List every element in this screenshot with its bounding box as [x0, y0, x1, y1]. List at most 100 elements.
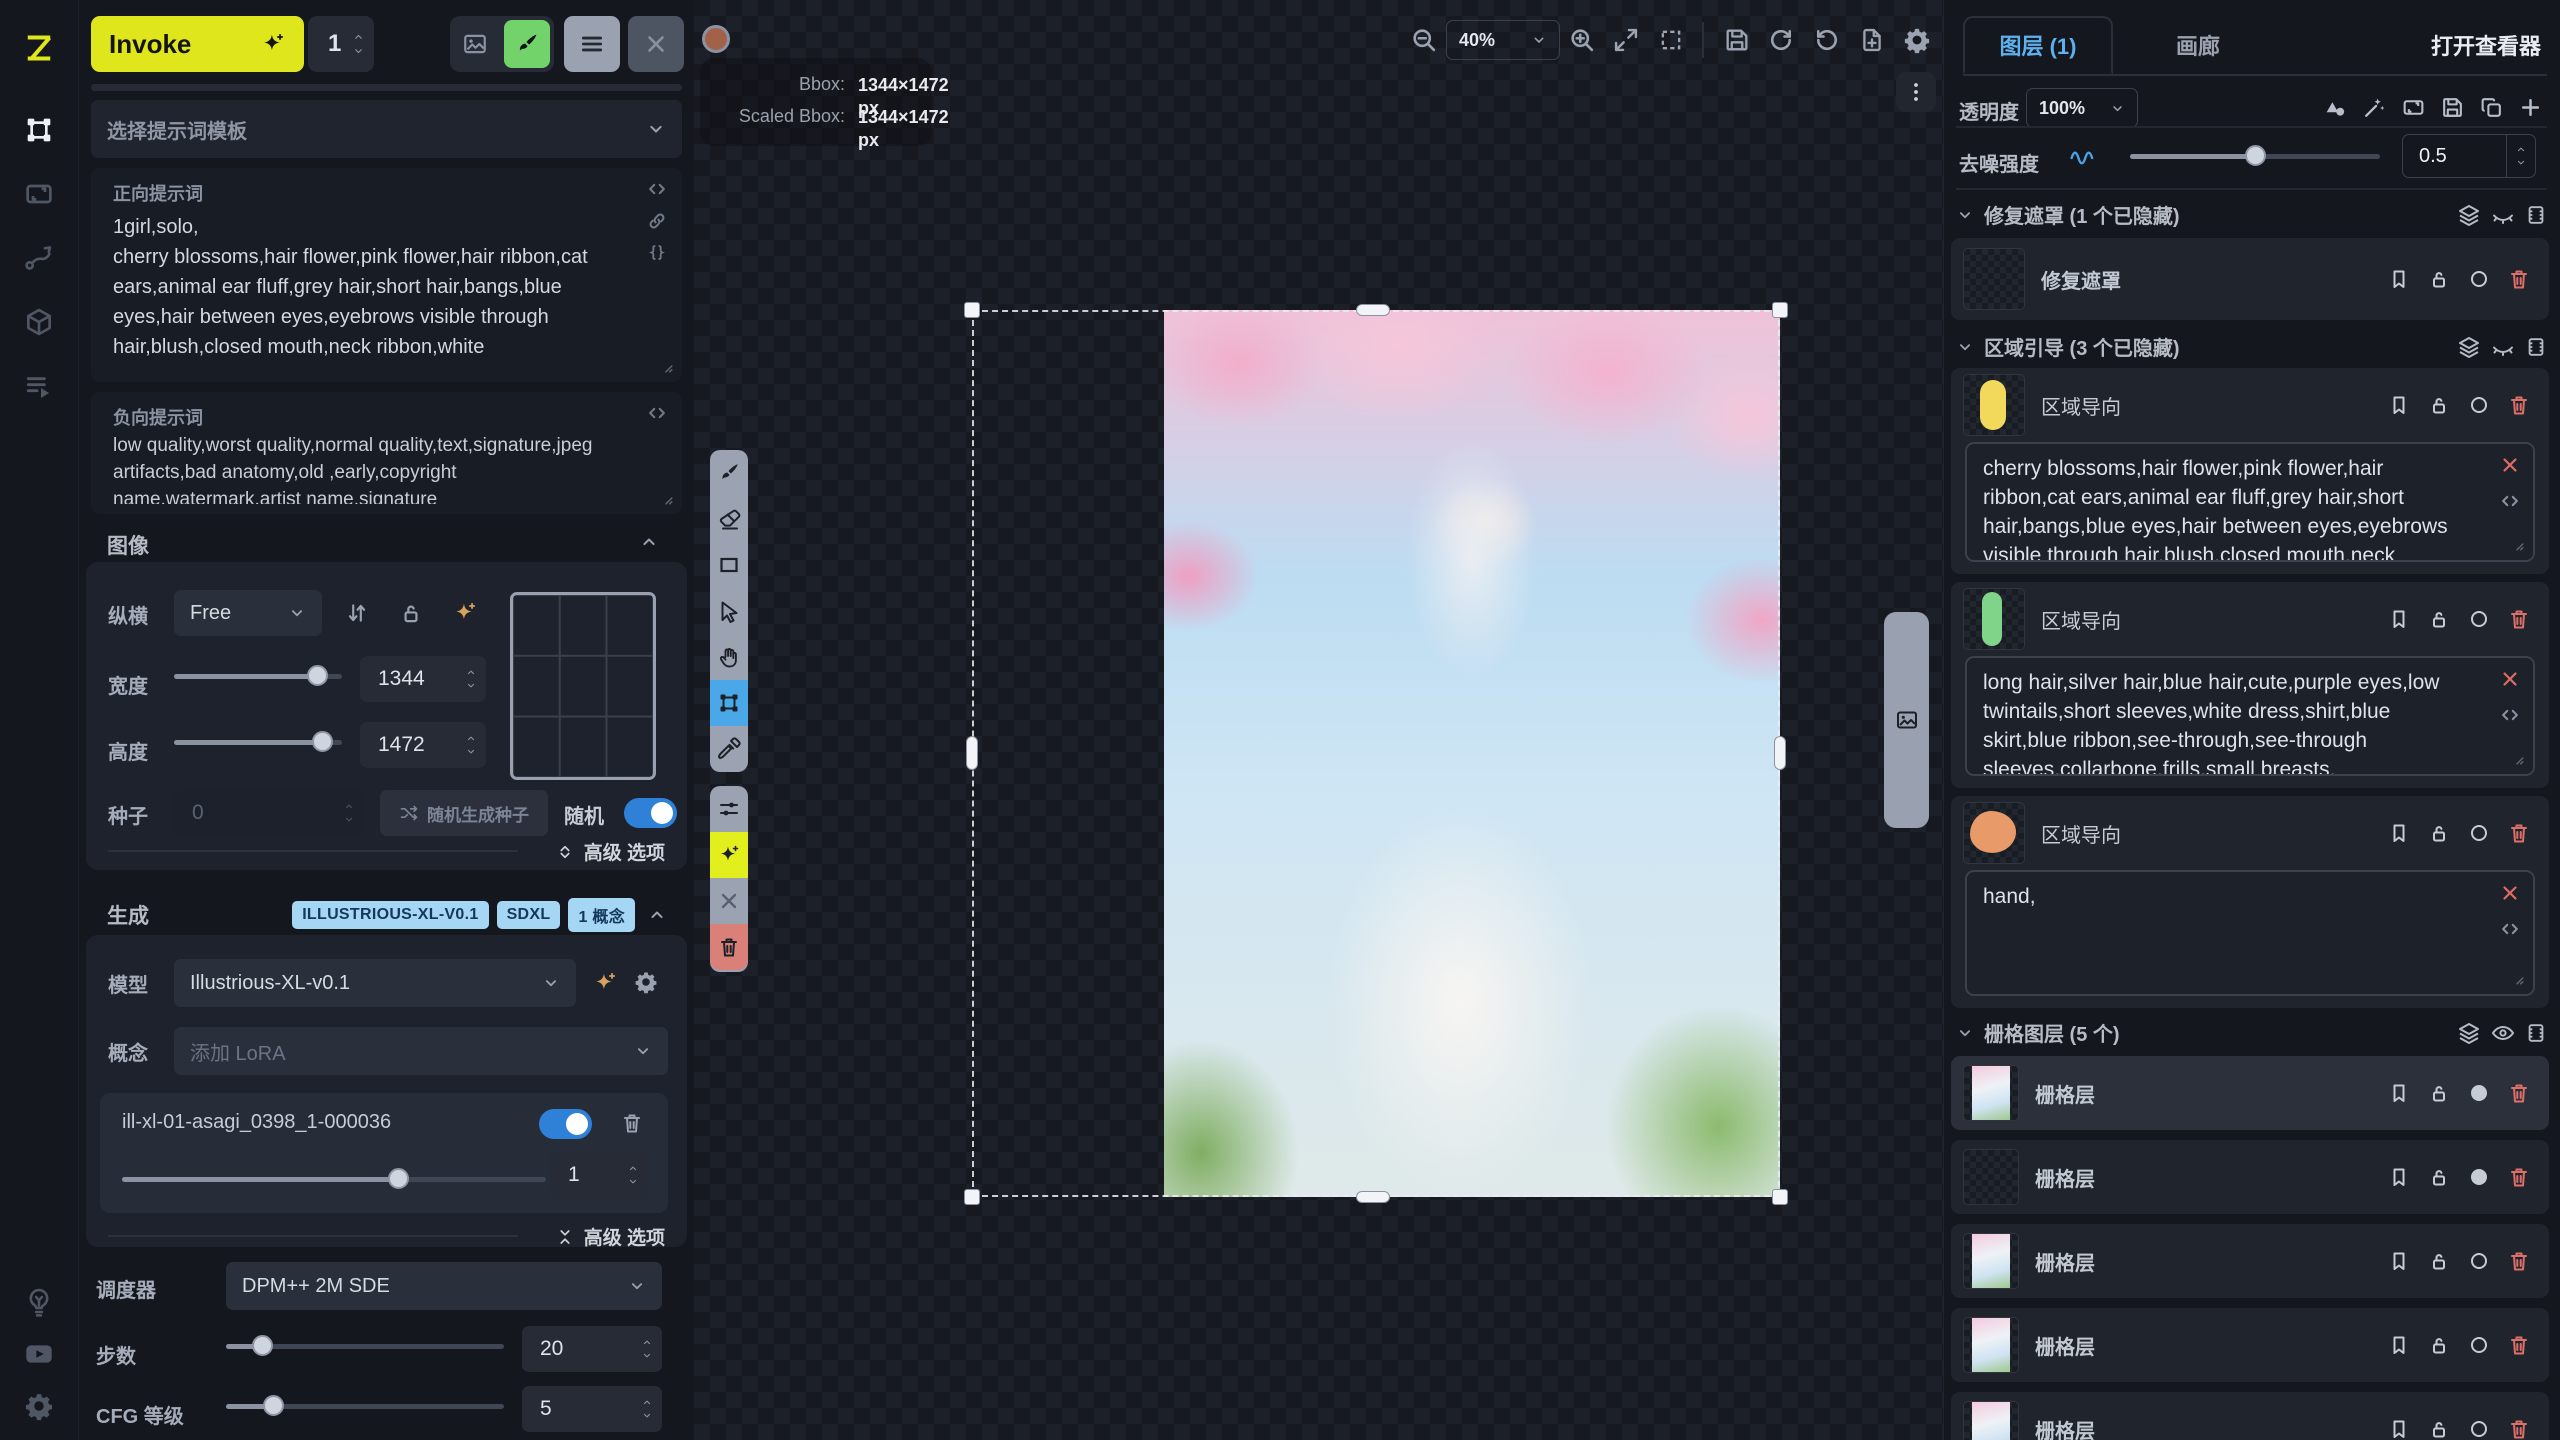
- duplicate-icon[interactable]: [2479, 95, 2504, 120]
- color-swatch[interactable]: [702, 25, 730, 53]
- hide-all-icon[interactable]: [2491, 203, 2515, 227]
- filmstrip-icon[interactable]: [2525, 204, 2547, 226]
- bookmark-icon[interactable]: [2387, 1417, 2411, 1440]
- bbox-handle-sw[interactable]: [964, 1189, 980, 1205]
- rail-item-models[interactable]: [0, 296, 78, 348]
- unlock-icon[interactable]: [2427, 1417, 2451, 1440]
- delete-layer-icon[interactable]: [2507, 1165, 2531, 1189]
- cfg-input[interactable]: 5: [522, 1386, 662, 1432]
- embed-code-icon[interactable]: [2499, 490, 2521, 512]
- opacity-select[interactable]: 100%: [2026, 88, 2138, 128]
- bookmark-icon[interactable]: [2387, 1081, 2411, 1105]
- raster-layer-row[interactable]: 栅格层: [1951, 1140, 2549, 1214]
- enabled-circle-icon[interactable]: [2467, 1081, 2491, 1105]
- delete-button[interactable]: [710, 924, 748, 970]
- width-input[interactable]: 1344: [360, 656, 486, 702]
- bbox-handle-ne[interactable]: [1772, 302, 1788, 318]
- enabled-circle-icon[interactable]: [2467, 1165, 2491, 1189]
- wand-icon[interactable]: [2362, 95, 2387, 120]
- bbox-handle-s[interactable]: [1356, 1191, 1390, 1203]
- redo-button[interactable]: [1813, 26, 1841, 54]
- bbox-tool[interactable]: [710, 680, 748, 726]
- resize-handle-icon[interactable]: [2507, 534, 2527, 554]
- cancel-button[interactable]: [710, 878, 748, 924]
- resize-handle-icon[interactable]: [2507, 748, 2527, 768]
- lora-weight-steppers[interactable]: [626, 1163, 640, 1187]
- merge-shapes-icon[interactable]: [2323, 95, 2348, 120]
- enabled-circle-icon[interactable]: [2467, 821, 2491, 845]
- denoise-steppers[interactable]: [2506, 135, 2535, 177]
- rail-item-canvas[interactable]: [0, 104, 78, 156]
- generation-advanced-options[interactable]: 高级 选项: [556, 1223, 665, 1250]
- enabled-circle-icon[interactable]: [2467, 1417, 2491, 1440]
- delete-layer-icon[interactable]: [2507, 821, 2531, 845]
- positive-prompt-box[interactable]: 正向提示词 1girl,solo, cherry blossoms,hair f…: [91, 168, 682, 382]
- color-picker-tool[interactable]: [710, 726, 748, 772]
- select-tool[interactable]: [710, 588, 748, 634]
- enabled-circle-icon[interactable]: [2467, 267, 2491, 291]
- iteration-count-input[interactable]: 1: [308, 16, 374, 72]
- crop-frame-icon[interactable]: [2401, 95, 2426, 120]
- rail-item-video[interactable]: [0, 1328, 78, 1380]
- bookmark-icon[interactable]: [2387, 607, 2411, 631]
- resize-handle-icon[interactable]: [656, 356, 676, 376]
- new-canvas-button[interactable]: [1858, 26, 1886, 54]
- embed-code-icon[interactable]: [646, 402, 668, 424]
- lora-weight-slider[interactable]: [122, 1169, 546, 1189]
- region-prompt-input[interactable]: hand,: [1965, 870, 2535, 996]
- save-canvas-button[interactable]: [1723, 26, 1751, 54]
- image-mode-button[interactable]: [450, 16, 500, 72]
- regional-section-header[interactable]: 区域引导 (3 个已隐藏): [1956, 332, 2547, 361]
- merge-layers-icon[interactable]: [2457, 335, 2481, 359]
- lora-delete-icon[interactable]: [620, 1111, 644, 1135]
- zoom-in-button[interactable]: [1568, 26, 1596, 54]
- prompt-template-select[interactable]: 选择提示词模板: [91, 100, 682, 158]
- raster-layer-row[interactable]: 栅格层: [1951, 1224, 2549, 1298]
- unlock-icon[interactable]: [2427, 1333, 2451, 1357]
- resize-handle-icon[interactable]: [656, 488, 676, 508]
- delete-layer-icon[interactable]: [2507, 1417, 2531, 1440]
- delete-layer-icon[interactable]: [2507, 1081, 2531, 1105]
- scheduler-select[interactable]: DPM++ 2M SDE: [226, 1262, 662, 1310]
- region-prompt-input[interactable]: long hair,silver hair,blue hair,cute,pur…: [1965, 656, 2535, 776]
- model-sparkle-icon[interactable]: [592, 970, 618, 996]
- bookmark-icon[interactable]: [2387, 1249, 2411, 1273]
- collapse-image-section-icon[interactable]: [639, 532, 659, 552]
- steps-steppers[interactable]: [640, 1337, 654, 1361]
- rail-item-upscale[interactable]: [0, 168, 78, 220]
- embed-code-icon[interactable]: [2499, 918, 2521, 940]
- delete-layer-icon[interactable]: [2507, 607, 2531, 631]
- bbox-handle-se[interactable]: [1772, 1189, 1788, 1205]
- swap-dimensions-icon[interactable]: [344, 600, 370, 626]
- bookmark-icon[interactable]: [2387, 821, 2411, 845]
- random-seed-toggle[interactable]: [624, 798, 677, 828]
- lock-aspect-icon[interactable]: [398, 600, 424, 626]
- steps-slider[interactable]: [226, 1336, 504, 1356]
- enabled-circle-icon[interactable]: [2467, 607, 2491, 631]
- link-prompts-icon[interactable]: [646, 210, 668, 232]
- bbox-handle-nw[interactable]: [964, 302, 980, 318]
- brush-tool[interactable]: [710, 450, 748, 496]
- cfg-steppers[interactable]: [640, 1397, 654, 1421]
- height-input[interactable]: 1472: [360, 722, 486, 768]
- hide-all-icon[interactable]: [2491, 335, 2515, 359]
- add-lora-select[interactable]: 添加 LoRA: [174, 1027, 668, 1075]
- region-card[interactable]: 区域导向 cherry blossoms,hair flower,pink fl…: [1951, 368, 2549, 574]
- bookmark-icon[interactable]: [2387, 1333, 2411, 1357]
- positive-prompt-text[interactable]: 1girl,solo, cherry blossoms,hair flower,…: [113, 212, 625, 374]
- height-slider[interactable]: [174, 732, 342, 752]
- region-prompt-input[interactable]: cherry blossoms,hair flower,pink flower,…: [1965, 442, 2535, 562]
- seed-steppers[interactable]: [342, 801, 356, 825]
- collapse-generation-section-icon[interactable]: [647, 905, 667, 925]
- enabled-circle-icon[interactable]: [2467, 1333, 2491, 1357]
- height-steppers[interactable]: [464, 733, 478, 757]
- bookmark-icon[interactable]: [2387, 393, 2411, 417]
- delete-layer-icon[interactable]: [2507, 393, 2531, 417]
- model-settings-icon[interactable]: [634, 970, 658, 994]
- bookmark-icon[interactable]: [2387, 1165, 2411, 1189]
- bbox-handle-n[interactable]: [1356, 304, 1390, 316]
- open-viewer-button[interactable]: 打开查看器: [2431, 16, 2541, 74]
- merge-layers-icon[interactable]: [2457, 203, 2481, 227]
- rail-item-support[interactable]: [0, 1276, 78, 1328]
- panel-menu-button[interactable]: [564, 16, 620, 72]
